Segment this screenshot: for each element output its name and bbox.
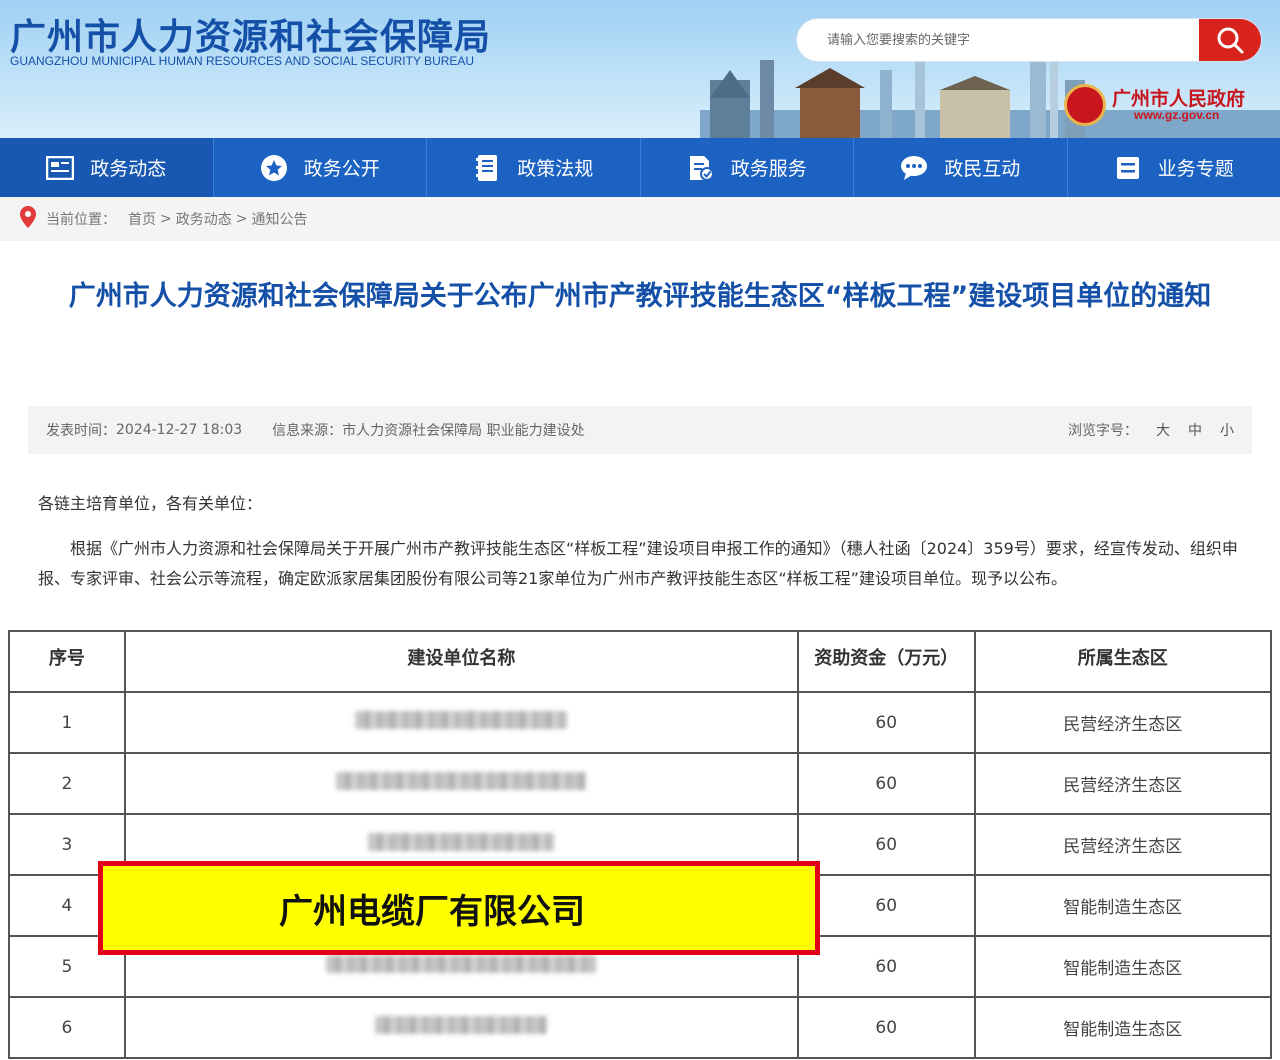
nav-item-service[interactable]: 政务服务: [641, 138, 854, 197]
gz-gov-logo[interactable]: 广州市人民政府 www.gz.gov.cn: [1064, 82, 1260, 128]
row-no: 6: [8, 996, 126, 1059]
row-zone: 智能制造生态区: [973, 935, 1273, 998]
redacted-name: [326, 955, 597, 973]
row-zone: 智能制造生态区: [973, 996, 1273, 1059]
table-row: 6 60 智能制造生态区: [8, 996, 1273, 1059]
nav-item-interaction[interactable]: 政民互动: [854, 138, 1068, 197]
col-header-name: 建设单位名称: [123, 630, 799, 693]
star-icon: [260, 154, 288, 182]
gov-emblem-icon: [1064, 84, 1106, 126]
site-title[interactable]: 广州市人力资源和社会保障局: [10, 8, 491, 60]
col-header-no: 序号: [8, 630, 126, 693]
row-fund: 60: [796, 996, 976, 1059]
breadcrumb: 当前位置： 首页 > 政务动态 > 通知公告: [0, 197, 1280, 241]
article-greeting: 各链主培育单位，各有关单位：: [38, 494, 263, 513]
gov-url: www.gz.gov.cn: [1134, 108, 1220, 122]
search-box: [796, 18, 1262, 62]
row-no: 1: [8, 691, 126, 754]
table-row: 2 60 民营经济生态区: [8, 752, 1273, 815]
nav-label: 政务公开: [303, 158, 380, 180]
redacted-name: [336, 772, 587, 790]
row-no: 2: [8, 752, 126, 815]
source-value: 市人力资源社会保障局 职业能力建设处: [342, 423, 585, 439]
search-button[interactable]: [1199, 19, 1261, 61]
publish-time: 2024-12-27 18:03: [116, 422, 243, 438]
row-zone: 民营经济生态区: [973, 752, 1273, 815]
col-header-zone: 所属生态区: [973, 630, 1273, 693]
table-header-row: 序号 建设单位名称 资助资金（万元） 所属生态区: [8, 630, 1273, 693]
nav-label: 政民互动: [944, 158, 1021, 180]
nav-label: 政策法规: [517, 158, 594, 180]
breadcrumb-prefix: 当前位置：: [46, 212, 116, 228]
nav-item-policy[interactable]: 政策法规: [427, 138, 641, 197]
news-icon: [46, 154, 75, 182]
article-title: 广州市人力资源和社会保障局关于公布广州市产教评技能生态区“样板工程”建设项目单位…: [68, 281, 1212, 312]
redacted-name: [368, 833, 555, 851]
site-subtitle: GUANGZHOU MUNICIPAL HUMAN RESOURCES AND …: [10, 54, 475, 68]
search-input[interactable]: [797, 19, 1199, 61]
row-zone: 民营经济生态区: [973, 691, 1273, 754]
row-fund: 60: [796, 874, 976, 937]
list-icon: [1114, 154, 1142, 182]
nav-item-public[interactable]: 政务公开: [214, 138, 427, 197]
gov-name: 广州市人民政府: [1112, 88, 1246, 110]
article-meta: 发表时间： 2024-12-27 18:03 信息来源： 市人力资源社会保障局 …: [28, 406, 1252, 454]
redacted-name: [355, 711, 568, 729]
nav-label: 业务专题: [1157, 158, 1234, 180]
redacted-name: [375, 1016, 548, 1034]
nav-label: 政务动态: [90, 158, 167, 180]
breadcrumb-separator: >: [160, 211, 172, 227]
highlight-text: 广州电缆厂有限公司: [279, 891, 585, 932]
table-row: 1 60 民营经济生态区: [8, 691, 1273, 754]
font-size-small[interactable]: 小: [1220, 420, 1234, 440]
service-icon: [687, 154, 715, 182]
source-label: 信息来源：: [272, 423, 343, 439]
nav-label: 政务服务: [730, 158, 807, 180]
location-pin-icon: [20, 206, 36, 232]
row-fund: 60: [796, 813, 976, 876]
font-size-medium[interactable]: 中: [1188, 420, 1202, 440]
row-zone: 民营经济生态区: [973, 813, 1273, 876]
row-fund: 60: [796, 752, 976, 815]
nav-item-news[interactable]: 政务动态: [0, 138, 214, 197]
row-name-redacted: [123, 691, 799, 754]
publish-label: 发表时间：: [46, 423, 116, 439]
book-icon: [473, 154, 501, 182]
main-nav: 政务动态 政务公开 政策法规 政务服务 政民互动 业务专题: [0, 138, 1280, 197]
font-size-label: 浏览字号：: [1068, 423, 1138, 439]
breadcrumb-separator: >: [235, 211, 248, 227]
site-header: 广州市人力资源和社会保障局 GUANGZHOU MUNICIPAL HUMAN …: [0, 0, 1280, 138]
project-table: 序号 建设单位名称 资助资金（万元） 所属生态区 1 60 民营经济生态区 2 …: [8, 630, 1273, 1059]
row-fund: 60: [796, 691, 976, 754]
breadcrumb-notices[interactable]: 通知公告: [251, 209, 307, 229]
row-name-redacted: [123, 752, 799, 815]
search-icon: [1217, 27, 1244, 54]
highlight-callout: 广州电缆厂有限公司: [98, 861, 820, 955]
chat-icon: [900, 154, 928, 182]
col-header-fund: 资助资金（万元）: [796, 630, 976, 693]
row-fund: 60: [796, 935, 976, 998]
row-zone: 智能制造生态区: [973, 874, 1273, 937]
breadcrumb-home[interactable]: 首页: [128, 209, 156, 229]
font-size-large[interactable]: 大: [1156, 420, 1170, 440]
row-name-redacted: [123, 996, 799, 1059]
article-body: 根据《广州市人力资源和社会保障局关于开展广州市产教评技能生态区“样板工程”建设项…: [38, 539, 1238, 588]
nav-item-topics[interactable]: 业务专题: [1068, 138, 1280, 197]
breadcrumb-news[interactable]: 政务动态: [176, 209, 232, 229]
